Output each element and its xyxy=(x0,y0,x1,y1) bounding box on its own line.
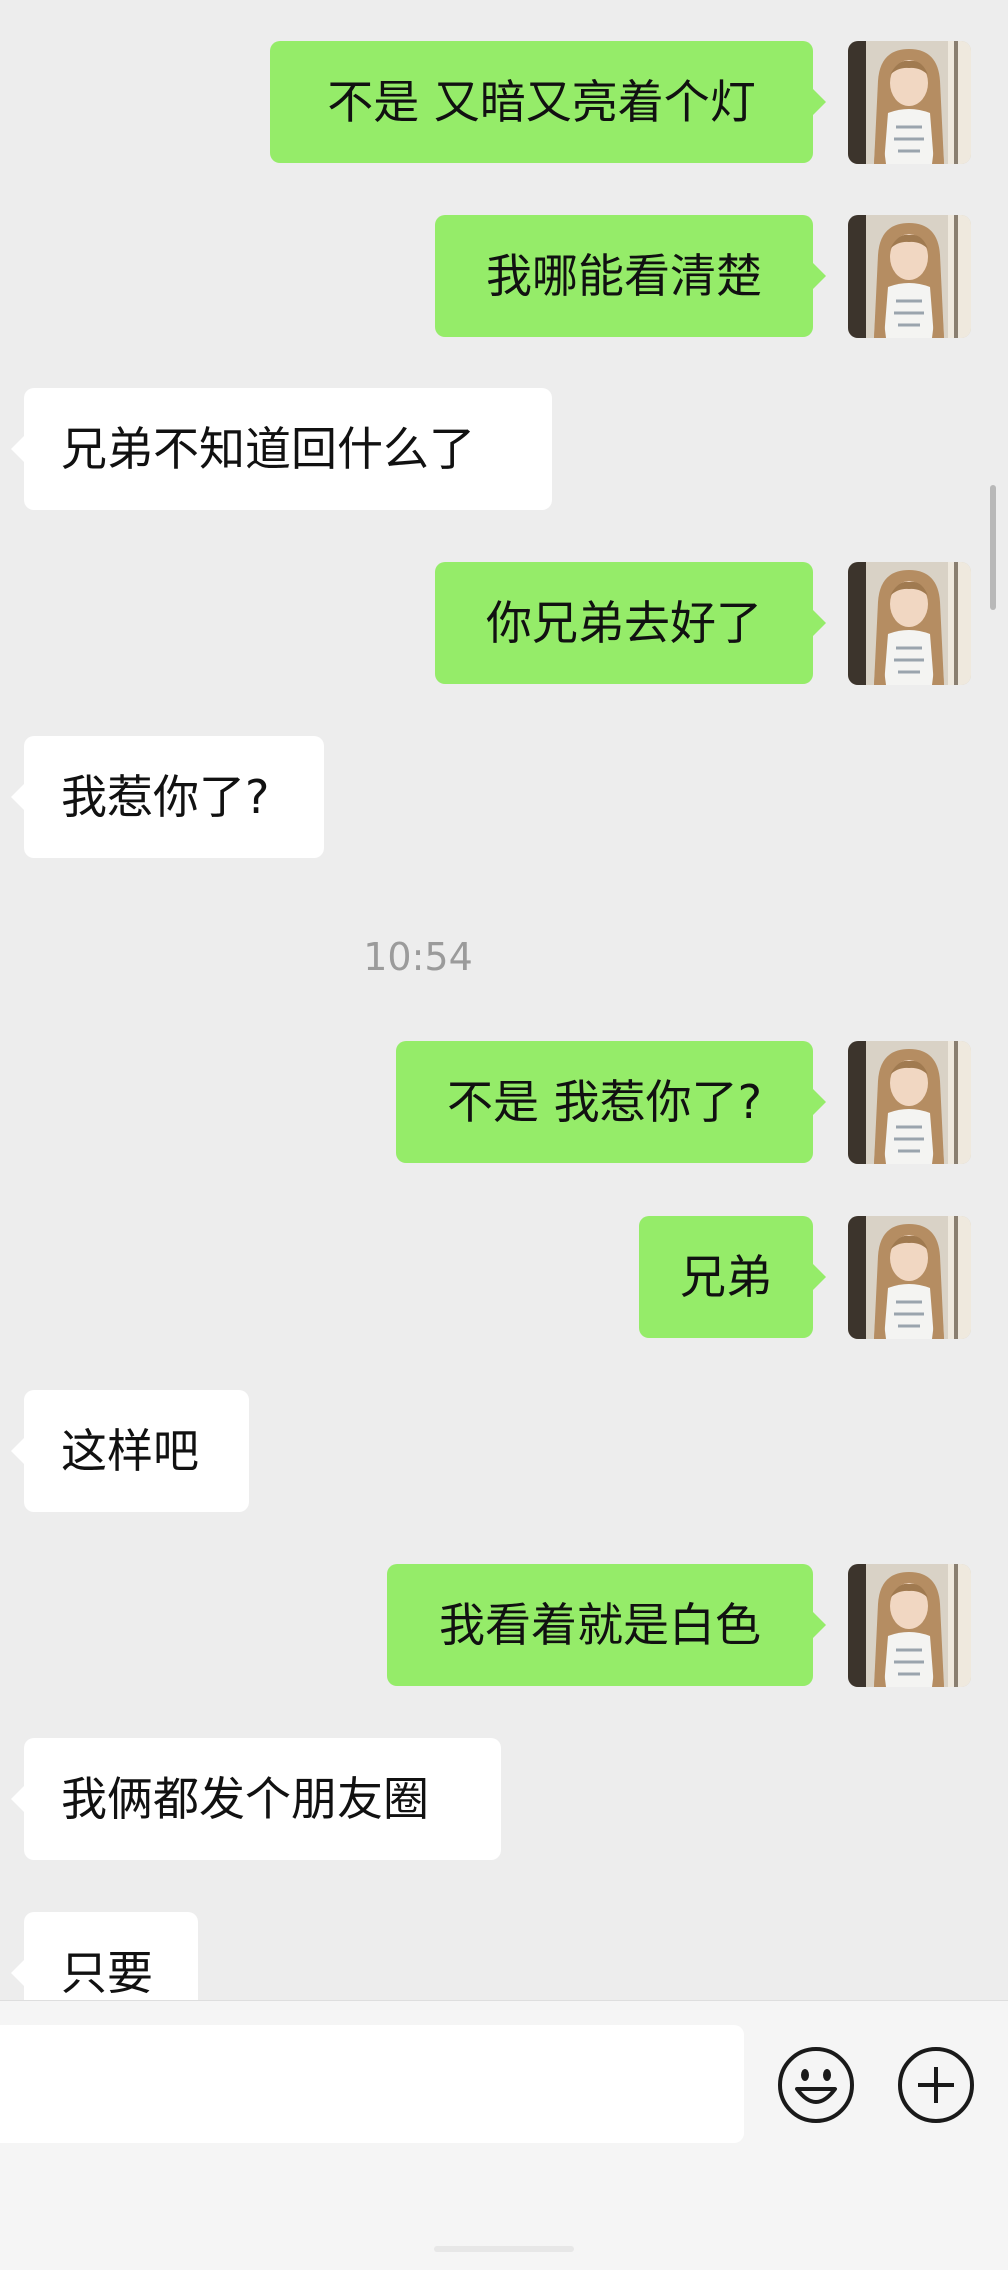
scrollbar[interactable] xyxy=(990,485,996,610)
bubble-tail xyxy=(813,1264,826,1290)
outgoing-message-bubble[interactable]: 兄弟 xyxy=(639,1216,813,1338)
my-avatar[interactable] xyxy=(848,1216,971,1339)
bubble-tail xyxy=(11,436,24,462)
outgoing-message-bubble[interactable]: 你兄弟去好了 xyxy=(435,562,813,684)
outgoing-message-bubble[interactable]: 不是 又暗又亮着个灯 xyxy=(270,41,813,163)
outgoing-message-bubble[interactable]: 我哪能看清楚 xyxy=(435,215,813,337)
message-timestamp: 10:54 xyxy=(363,935,473,979)
input-bar xyxy=(0,2000,1008,2270)
bubble-tail xyxy=(813,89,826,115)
bubble-tail xyxy=(11,784,24,810)
home-indicator xyxy=(434,2246,574,2252)
chat-message-list[interactable]: 不是 又暗又亮着个灯 我哪能看清楚 兄弟不知道回什么了 你兄弟去好了 我惹你了? xyxy=(0,0,1008,2000)
message-text-input[interactable] xyxy=(0,2025,744,2143)
bubble-tail xyxy=(813,1089,826,1115)
my-avatar[interactable] xyxy=(848,562,971,685)
my-avatar[interactable] xyxy=(848,215,971,338)
bubble-tail xyxy=(11,1438,24,1464)
bubble-tail xyxy=(813,263,826,289)
outgoing-message-bubble[interactable]: 不是 我惹你了? xyxy=(396,1041,813,1163)
incoming-message-bubble[interactable]: 我惹你了? xyxy=(24,736,324,858)
bubble-tail xyxy=(11,1786,24,1812)
bubble-tail xyxy=(813,1612,826,1638)
bubble-tail xyxy=(11,1960,24,1986)
my-avatar[interactable] xyxy=(848,1041,971,1164)
incoming-message-bubble[interactable]: 我俩都发个朋友圈 xyxy=(24,1738,501,1860)
outgoing-message-bubble[interactable]: 我看着就是白色 xyxy=(387,1564,813,1686)
plus-circle-icon[interactable] xyxy=(896,2045,976,2125)
bubble-tail xyxy=(813,610,826,636)
smiley-face-icon[interactable] xyxy=(776,2045,856,2125)
my-avatar[interactable] xyxy=(848,1564,971,1687)
my-avatar[interactable] xyxy=(848,41,971,164)
incoming-message-bubble[interactable]: 只要 xyxy=(24,1912,198,2000)
incoming-message-bubble[interactable]: 这样吧 xyxy=(24,1390,249,1512)
incoming-message-bubble[interactable]: 兄弟不知道回什么了 xyxy=(24,388,552,510)
